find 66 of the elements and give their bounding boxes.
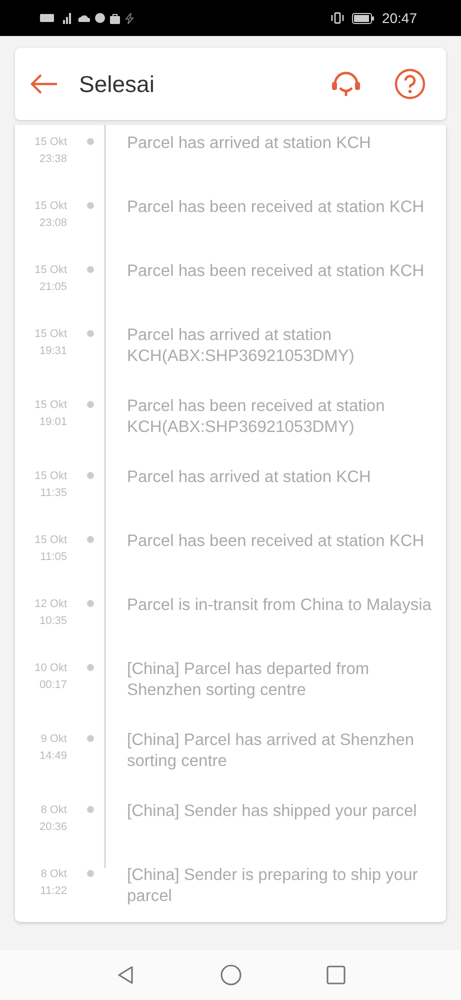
event-time: 19:01 <box>39 415 67 430</box>
help-button[interactable] <box>394 68 426 100</box>
event-text: [China] Parcel has arrived at Shenzhen sorting centre <box>127 730 416 772</box>
timeline-dot <box>86 138 94 145</box>
timeline-dot <box>86 266 94 273</box>
event-text: Parcel has been received at station KCH <box>127 531 426 552</box>
status-time: 20:47 <box>382 10 417 26</box>
headset-icon <box>330 69 362 99</box>
event-time: 11:05 <box>40 550 67 565</box>
event-time: 14:49 <box>39 749 67 764</box>
event-text: [China] Sender is preparing to ship your parcel <box>127 865 419 907</box>
event-date: 15 Okt <box>34 263 67 278</box>
event-date: 15 Okt <box>34 327 67 342</box>
vibrate-icon <box>330 12 344 24</box>
battery-icon <box>352 12 374 24</box>
back-arrow-icon <box>29 72 59 96</box>
event-text: Parcel is in-transit from China to Malaysia <box>127 595 432 616</box>
event-text: [China] Sender has shipped your parcel <box>127 801 418 822</box>
event-text: [China] Parcel has departed from Shenzhen sorting centre <box>127 659 370 701</box>
circle-icon <box>95 13 105 23</box>
help-icon <box>394 68 426 100</box>
event-time: 10:35 <box>39 614 67 629</box>
support-button[interactable] <box>330 69 362 99</box>
event-date: 8 Okt <box>40 867 67 882</box>
event-time: 00:17 <box>39 678 67 693</box>
event-date: 15 Okt <box>34 135 67 150</box>
back-button[interactable] <box>29 72 59 96</box>
timeline-dot <box>86 600 94 607</box>
cloud-icon <box>78 14 90 22</box>
event-date: 12 Okt <box>34 597 67 612</box>
event-time: 11:22 <box>40 884 67 899</box>
timeline-dot <box>86 330 94 337</box>
event-text: Parcel has been received at station KCH <box>127 197 426 218</box>
timeline-dot <box>86 806 94 813</box>
event-time: 20:36 <box>39 820 67 835</box>
timeline-dot <box>86 870 94 877</box>
event-text: Parcel has been received at station KCH(ABX:SHP36921053DMY) <box>127 396 386 438</box>
bag-icon <box>110 12 120 24</box>
sim-icon <box>40 13 54 23</box>
bolt-icon <box>125 12 134 24</box>
timeline-dot <box>86 735 94 742</box>
page-title: Selesai <box>79 70 156 98</box>
event-time: 23:08 <box>39 216 67 231</box>
event-text: Parcel has arrived at station KCH <box>127 467 372 488</box>
event-date: 8 Okt <box>40 803 67 818</box>
timeline-dot <box>86 664 94 671</box>
event-date: 15 Okt <box>34 199 67 214</box>
timeline-dot <box>86 536 94 543</box>
event-text: Parcel has arrived at station KCH(ABX:SHP36921053DMY) <box>127 325 356 367</box>
timeline-dot <box>86 401 94 408</box>
event-time: 23:38 <box>39 152 67 167</box>
timeline-dot <box>86 202 94 209</box>
event-time: 21:05 <box>39 280 67 295</box>
event-time: 11:35 <box>40 486 67 501</box>
timeline-dot <box>86 472 94 479</box>
event-date: 10 Okt <box>34 661 67 676</box>
event-date: 15 Okt <box>34 398 67 413</box>
event-date: 9 Okt <box>40 732 67 747</box>
event-date: 15 Okt <box>34 469 67 484</box>
event-time: 19:31 <box>39 344 67 359</box>
back-icon[interactable] <box>116 965 136 985</box>
recents-icon[interactable] <box>326 965 346 985</box>
event-text: Parcel has been received at station KCH <box>127 261 426 282</box>
event-date: 15 Okt <box>34 533 67 548</box>
event-text: Parcel has arrived at station KCH <box>127 133 372 154</box>
home-icon[interactable] <box>220 964 242 986</box>
